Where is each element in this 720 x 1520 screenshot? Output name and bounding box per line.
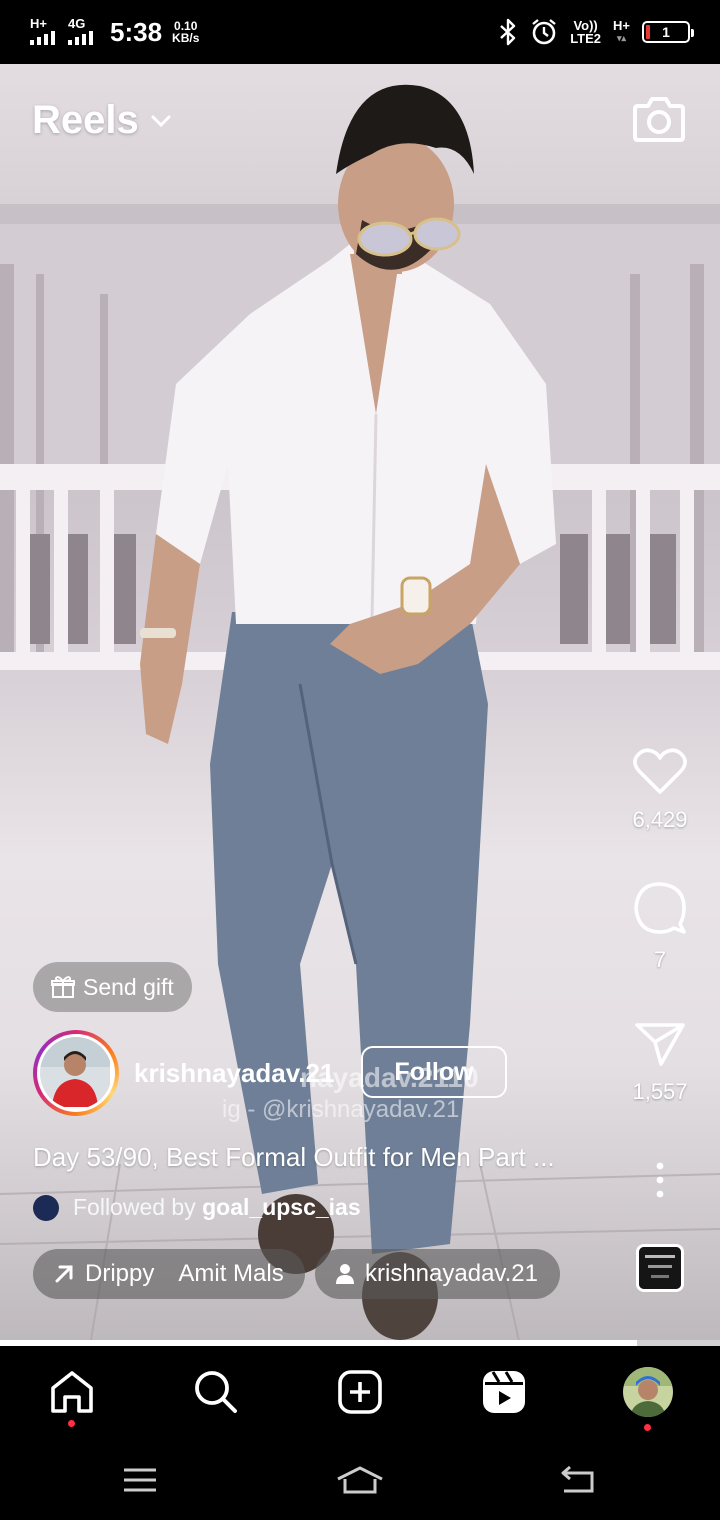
nav-profile[interactable] bbox=[618, 1364, 678, 1431]
audio-pill[interactable]: Drippy Amit Mals bbox=[33, 1249, 305, 1299]
audio-artist: Amit Mals bbox=[178, 1260, 284, 1287]
create-icon bbox=[338, 1370, 382, 1414]
watermark-text-2: ig - @krishnayadav.21 bbox=[222, 1096, 460, 1123]
nav-search[interactable] bbox=[186, 1364, 246, 1420]
clock: 5:38 bbox=[110, 16, 163, 47]
comment-action[interactable]: 7 bbox=[620, 880, 700, 973]
more-vertical-icon bbox=[656, 1162, 664, 1198]
recent-apps-button[interactable] bbox=[110, 1460, 170, 1500]
sim2-data-indicator: H+ ▾▴ bbox=[613, 18, 630, 43]
net-speed-unit: KB/s bbox=[172, 31, 200, 45]
send-icon bbox=[635, 1023, 685, 1066]
page-title: Reels bbox=[32, 98, 139, 142]
reels-icon bbox=[483, 1371, 525, 1413]
sim1-network-type: H+ bbox=[30, 16, 47, 31]
battery-icon: 1 bbox=[642, 21, 694, 43]
menu-icon bbox=[124, 1468, 156, 1492]
follow-button[interactable]: Follow bbox=[361, 1046, 507, 1098]
send-gift-button[interactable]: Send gift bbox=[33, 962, 192, 1012]
reels-feed-switcher[interactable]: Reels bbox=[32, 98, 173, 143]
comment-count: 7 bbox=[653, 947, 667, 972]
share-action[interactable]: 1,557 bbox=[620, 1020, 700, 1105]
bottom-navigation bbox=[0, 1346, 720, 1436]
camera-button[interactable] bbox=[632, 94, 686, 144]
chevron-down-icon bbox=[151, 115, 171, 127]
system-back-button[interactable] bbox=[548, 1460, 608, 1500]
search-icon bbox=[195, 1371, 237, 1413]
like-action[interactable]: 6,429 bbox=[620, 746, 700, 833]
followed-by-prefix: Followed by bbox=[73, 1194, 196, 1220]
signal-sim2-icon: 4G bbox=[68, 17, 98, 47]
follower-avatar bbox=[33, 1194, 59, 1221]
sim2-data-tag: H+ bbox=[613, 18, 630, 33]
home-icon bbox=[337, 1466, 383, 1494]
volte-bottom: LTE2 bbox=[570, 31, 602, 46]
back-icon bbox=[561, 1465, 594, 1493]
arrow-up-right-icon bbox=[55, 1265, 73, 1283]
send-gift-label: Send gift bbox=[83, 973, 174, 1000]
author-avatar-image bbox=[40, 1037, 110, 1107]
nav-create[interactable] bbox=[330, 1364, 390, 1420]
more-options-button[interactable] bbox=[620, 1160, 700, 1205]
profile-avatar bbox=[623, 1367, 673, 1417]
home-icon bbox=[51, 1371, 93, 1413]
tagged-username: krishnayadav.21 bbox=[365, 1260, 538, 1287]
tagged-user-pill[interactable]: krishnayadav.21 bbox=[315, 1249, 560, 1299]
network-speed: 0.10 KB/s bbox=[172, 20, 199, 44]
nav-home[interactable] bbox=[42, 1364, 102, 1427]
system-navigation bbox=[0, 1436, 720, 1520]
followed-by-user: goal_upsc_ias bbox=[202, 1194, 361, 1220]
like-count: 6,429 bbox=[632, 807, 688, 832]
audio-label: Drippy bbox=[85, 1260, 155, 1287]
share-count: 1,557 bbox=[632, 1079, 688, 1104]
signal-sim1-icon: H+ bbox=[30, 17, 60, 47]
volte-indicator: Vo)) LTE2 bbox=[570, 19, 601, 45]
sim2-network-type: 4G bbox=[68, 16, 86, 31]
gift-icon bbox=[51, 976, 75, 998]
nav-reels[interactable] bbox=[474, 1364, 534, 1420]
author-avatar[interactable] bbox=[33, 1030, 119, 1116]
person-icon bbox=[336, 1264, 354, 1284]
author-username[interactable]: krishnayadav.21 bbox=[134, 1058, 334, 1089]
camera-icon bbox=[633, 97, 685, 142]
comment-icon bbox=[634, 882, 686, 934]
home-notification-dot bbox=[68, 1420, 75, 1427]
audio-cover-icon bbox=[639, 1247, 681, 1289]
audio-thumbnail[interactable] bbox=[636, 1244, 684, 1292]
followed-by-row[interactable]: Followed by goal_upsc_ias bbox=[33, 1194, 361, 1221]
system-home-button[interactable] bbox=[330, 1460, 390, 1500]
status-bar: H+ 4G 5:38 0.10 KB/s Vo)) LTE2 H+ ▾▴ 1 bbox=[0, 0, 720, 64]
alarm-icon bbox=[532, 19, 556, 45]
battery-level: 1 bbox=[662, 24, 670, 40]
bluetooth-icon bbox=[500, 18, 516, 46]
profile-notification-dot bbox=[644, 1424, 651, 1431]
heart-icon bbox=[633, 748, 687, 794]
reel-caption[interactable]: Day 53/90, Best Formal Outfit for Men Pa… bbox=[33, 1142, 555, 1173]
